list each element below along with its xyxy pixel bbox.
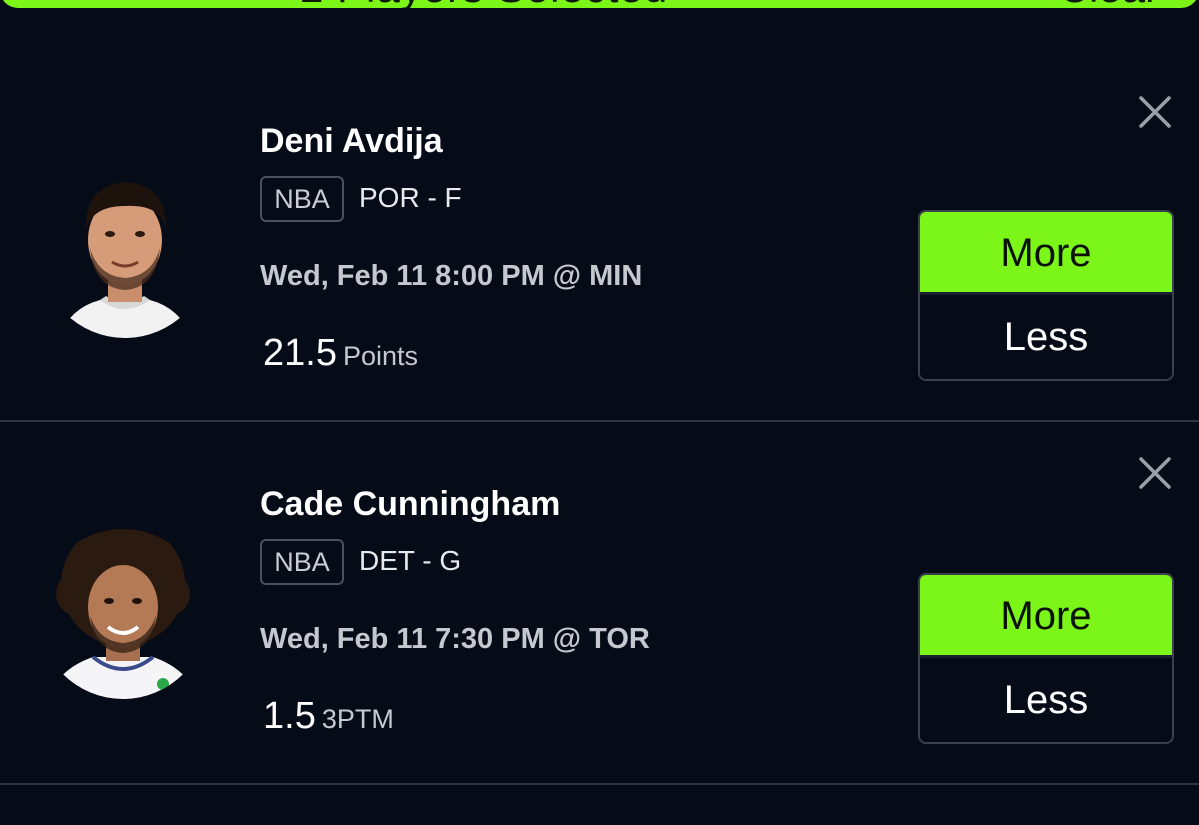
league-badge: NBA: [260, 176, 344, 222]
team-position: POR - F: [359, 182, 462, 213]
clear-button[interactable]: Clear: [1059, 0, 1159, 8]
player-name: Cade Cunningham: [260, 485, 561, 523]
less-button[interactable]: Less: [920, 295, 1172, 379]
remove-player-button[interactable]: [1135, 453, 1175, 493]
more-button[interactable]: More: [920, 575, 1172, 658]
more-button[interactable]: More: [920, 212, 1172, 295]
game-time: Wed, Feb 11 7:30 PM @ TOR: [260, 623, 650, 655]
line-value: 1.5: [263, 695, 316, 737]
remove-player-button[interactable]: [1135, 92, 1175, 132]
more-less-selector: More Less: [918, 210, 1174, 381]
close-icon: [1139, 96, 1171, 128]
player-avatar: [40, 168, 210, 338]
league-badge: NBA: [260, 539, 344, 585]
player-row: Deni Avdija NBA POR - F Wed, Feb 11 8:00…: [0, 60, 1199, 422]
game-time: Wed, Feb 11 8:00 PM @ MIN: [260, 260, 643, 292]
less-button[interactable]: Less: [920, 658, 1172, 742]
player-row: Cade Cunningham NBA DET - G Wed, Feb 11 …: [0, 423, 1199, 785]
stat-type: Points: [342, 341, 419, 371]
player-headshot-icon: [40, 168, 210, 338]
more-less-selector: More Less: [918, 573, 1174, 744]
projection-line: 1.5 3PTM: [263, 695, 394, 738]
line-value: 21.5: [263, 332, 337, 374]
selection-count-text: 2 Players Selected: [300, 0, 668, 8]
selection-banner[interactable]: 2 Players Selected Clear: [0, 0, 1199, 8]
player-name: Deni Avdija: [260, 122, 443, 160]
player-headshot-icon: [38, 529, 208, 699]
close-icon: [1139, 457, 1171, 489]
team-position: DET - G: [359, 545, 462, 576]
projection-line: 21.5 Points: [263, 332, 418, 375]
stat-type: 3PTM: [321, 704, 394, 734]
player-avatar: [38, 529, 208, 699]
